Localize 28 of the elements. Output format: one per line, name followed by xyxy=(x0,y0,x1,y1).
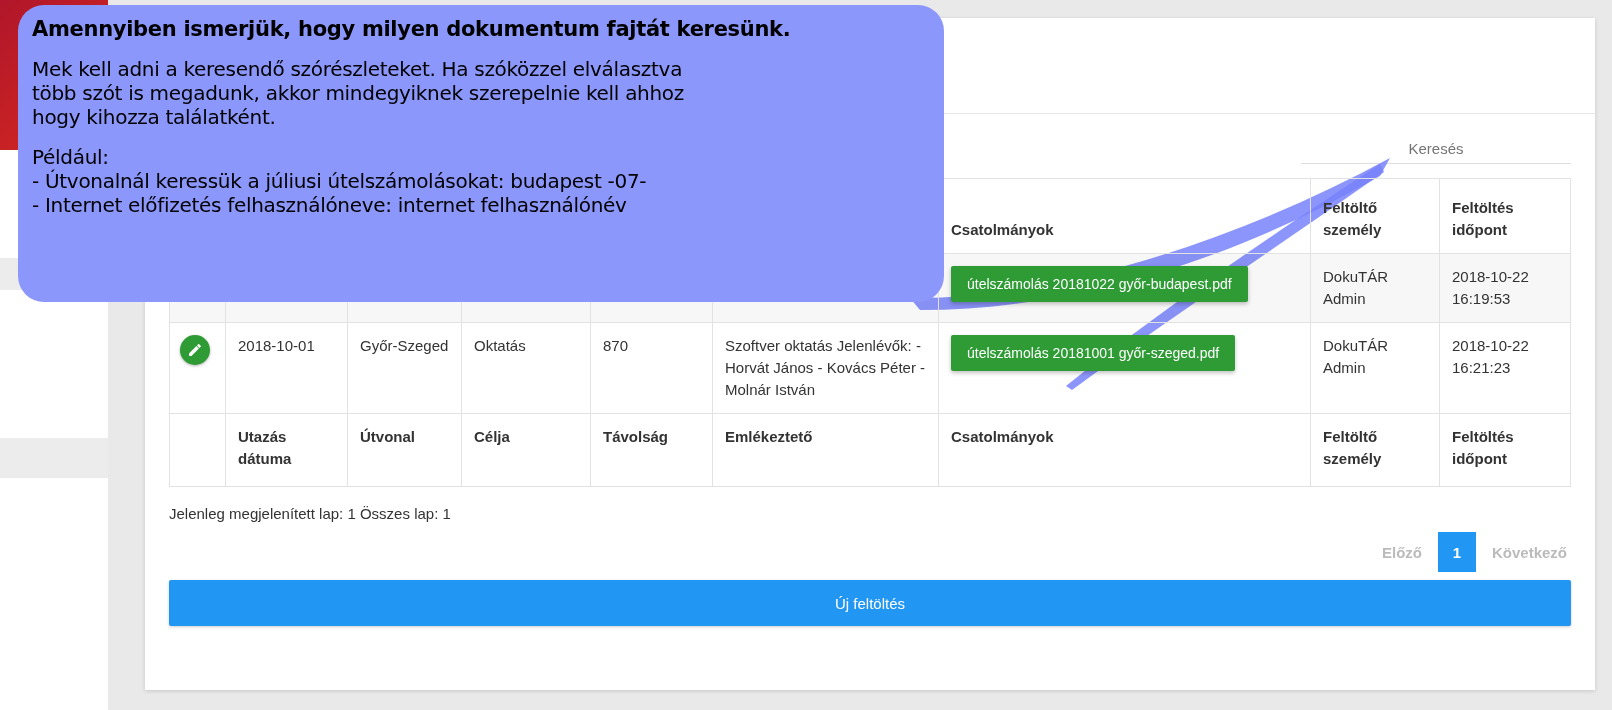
upload-button[interactable]: Új feltöltés xyxy=(169,580,1571,626)
table-cell: 2018-10-01 xyxy=(225,322,348,414)
column-footer: Utazás dátuma xyxy=(225,413,348,487)
table-cell: Győr-Szeged xyxy=(347,322,462,414)
column-footer: Emlékeztető xyxy=(712,413,939,487)
tooltip-text: Például: - Útvonalnál keressük a júliusi útelszámolásokat: budapest -07- - Internet előfizetés felhasználóneve: internet felhasználónév xyxy=(32,145,648,217)
attachment-button[interactable]: útelszámolás 20181022 győr-budapest.pdf xyxy=(951,266,1248,302)
column-footer: Feltöltő személy xyxy=(1310,413,1440,487)
table-cell: Szoftver oktatás Jelenlévők: - Horvát János - Kovács Péter - Molnár István xyxy=(712,322,939,414)
column-footer: Csatolmányok xyxy=(938,413,1311,487)
column-footer: Feltöltés időpont xyxy=(1439,413,1571,487)
table-cell: DokuTÁR Admin xyxy=(1310,253,1440,323)
tooltip-title: Amennyiben ismerjük, hogy milyen dokumentum fajtát keresünk. xyxy=(32,17,792,41)
table-cell: 2018-10-22 16:21:23 xyxy=(1439,322,1571,414)
page-info: Jelenleg megjelenített lap: 1 Összes lap: 1 xyxy=(169,505,452,522)
column-footer: Útvonal xyxy=(347,413,462,487)
attachment-button[interactable]: útelszámolás 20181001 győr-szeged.pdf xyxy=(951,335,1236,371)
table-cell: DokuTÁR Admin xyxy=(1310,322,1440,414)
table-cell: 870 xyxy=(590,322,713,414)
column-footer: Távolság xyxy=(590,413,713,487)
tooltip-text: Mek kell adni a keresendő szórészleteket. Ha szóközzel elválasztva több szót is megadunk, akkor mindegyiknek szerepelnie kell ahhoz hogy kihozza találatként. xyxy=(32,57,685,129)
edit-pencil-icon[interactable] xyxy=(180,335,210,365)
column-header[interactable]: Feltöltés időpont xyxy=(1439,178,1571,254)
table-cell: Oktatás xyxy=(461,322,591,414)
column-footer: Célja xyxy=(461,413,591,487)
search-field[interactable]: Keresés xyxy=(1301,134,1571,164)
table-cell: 2018-10-22 16:19:53 xyxy=(1439,253,1571,323)
page-button[interactable]: 1 xyxy=(1437,532,1476,572)
